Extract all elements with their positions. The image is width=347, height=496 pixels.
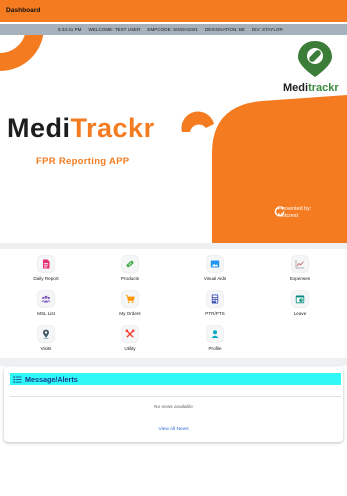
presented-by: Presented by: Netcrest: [274, 206, 311, 220]
menu-visual-aids[interactable]: Visual Aids: [185, 256, 245, 281]
tagline: FPR Reporting APP: [36, 156, 130, 167]
menu-label: Daily Report: [33, 276, 59, 281]
map-marker-icon: [38, 326, 54, 342]
user-info-bar: 5:34:41 PM WELCOME: TEST USER EMPCODE: S…: [0, 24, 347, 35]
group-icon: [38, 291, 54, 307]
document-icon: [38, 256, 54, 272]
menu-utility[interactable]: Utility: [100, 326, 160, 351]
menu-profile[interactable]: Profile: [185, 326, 245, 351]
messages-header: Message/Alerts: [10, 373, 341, 385]
empty-news-text: No news available: [154, 405, 193, 410]
time-text: 5:34:41 PM: [58, 27, 82, 32]
menu-products[interactable]: Products: [100, 256, 160, 281]
app-header: Dashboard: [0, 0, 347, 22]
list-icon: [13, 375, 22, 383]
image-icon: [207, 256, 223, 272]
menu-label: Utility: [124, 346, 136, 351]
menu-label: PTR/PTS: [205, 311, 225, 316]
messages-title: Message/Alerts: [25, 374, 78, 384]
promo-banner: Meditrackr MediTrackr FPR Reporting APP …: [0, 35, 347, 243]
designation-text: DESIGNATION: BE: [204, 27, 245, 32]
pill-icon: [122, 256, 138, 272]
view-all-news-link[interactable]: View All News: [4, 427, 343, 432]
menu-label: Visual Aids: [203, 276, 227, 281]
menu-my-orders[interactable]: My Orders: [100, 291, 160, 316]
refresh-icon: [274, 206, 285, 217]
map-pin-logo: [298, 41, 332, 77]
welcome-text: WELCOME: TEST USER: [88, 27, 141, 32]
chart-line-icon: [292, 256, 308, 272]
brand-title: MediTrackr: [7, 113, 155, 143]
empcode-text: EMPCODE: SINGH1001: [147, 27, 198, 32]
menu-daily-report[interactable]: Daily Report: [16, 256, 76, 281]
menu-msl-list[interactable]: MSL List: [16, 291, 76, 316]
menu-label: Visits: [40, 346, 52, 351]
menu-visits[interactable]: Visits: [16, 326, 76, 351]
calculator-icon: [207, 291, 223, 307]
cart-icon: [122, 291, 138, 307]
person-icon: [207, 326, 223, 342]
menu-label: Profile: [208, 346, 222, 351]
tools-icon: [122, 326, 138, 342]
separator: [0, 358, 347, 366]
logo-wordmark: Meditrackr: [283, 82, 339, 94]
calendar-icon: [292, 291, 308, 307]
menu-label: Expenses: [289, 276, 311, 281]
messages-card: Message/Alerts No news available View Al…: [4, 367, 343, 442]
menu-grid: Daily Report Products Visual Aids Expens…: [0, 250, 347, 358]
division-text: DIV: STAYLOR: [251, 27, 283, 32]
menu-label: My Orders: [119, 311, 141, 316]
menu-expenses[interactable]: Expenses: [270, 256, 330, 281]
separator: [0, 243, 347, 249]
menu-label: Products: [120, 276, 140, 281]
divider: [10, 396, 341, 397]
page-title: Dashboard: [6, 7, 41, 14]
menu-label: MSL List: [37, 311, 55, 316]
menu-label: Leave: [293, 311, 307, 316]
menu-leave[interactable]: Leave: [270, 291, 330, 316]
menu-ptr-pts[interactable]: PTR/PTS: [185, 291, 245, 316]
